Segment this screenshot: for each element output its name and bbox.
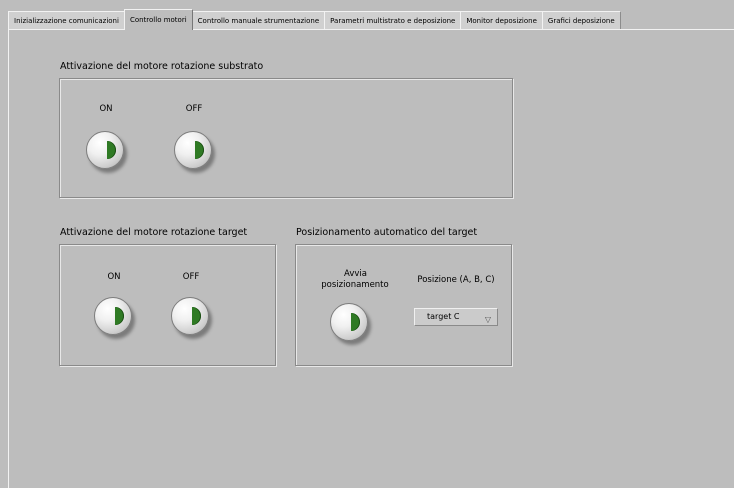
position-select[interactable]: target C ▽: [414, 308, 498, 326]
target-on-button[interactable]: [94, 297, 132, 335]
substrate-off-button[interactable]: [174, 131, 212, 169]
target-off-label: OFF: [182, 272, 200, 282]
chevron-down-icon: ▽: [484, 315, 491, 324]
tab-monitor-deposizione[interactable]: Monitor deposizione: [460, 11, 543, 30]
substrate-motor-box: [59, 78, 513, 198]
tab-grafici-deposizione[interactable]: Grafici deposizione: [541, 11, 621, 30]
target-motor-box: [59, 244, 276, 366]
auto-position-title: Posizionamento automatico del target: [296, 227, 478, 238]
substrate-off-label: OFF: [185, 104, 203, 114]
target-motor-title: Attivazione del motore rotazione target: [60, 227, 248, 238]
auto-position-box: [295, 244, 512, 366]
start-positioning-button[interactable]: [330, 303, 368, 341]
tab-inizializzazione-comunicazioni[interactable]: Inizializzazione comunicazioni: [8, 11, 125, 30]
target-off-button[interactable]: [171, 297, 209, 335]
tab-controllo-motori[interactable]: Controllo motori: [123, 9, 193, 30]
target-on-label: ON: [107, 272, 121, 282]
position-label: Posizione (A, B, C): [417, 275, 495, 285]
tab-bar: Inizializzazione comunicazioni Controllo…: [8, 9, 621, 30]
substrate-on-button[interactable]: [86, 131, 124, 169]
start-positioning-label-line2: posizionamento: [321, 280, 389, 290]
substrate-motor-title: Attivazione del motore rotazione substra…: [60, 61, 264, 72]
start-positioning-label-line1: Avvia: [344, 269, 367, 279]
tab-parametri-multistrato[interactable]: Parametri multistrato e deposizione: [324, 11, 462, 30]
position-select-value: target C: [427, 312, 460, 321]
substrate-on-label: ON: [99, 104, 113, 114]
tab-controllo-manuale-strumentazione[interactable]: Controllo manuale strumentazione: [191, 11, 326, 30]
